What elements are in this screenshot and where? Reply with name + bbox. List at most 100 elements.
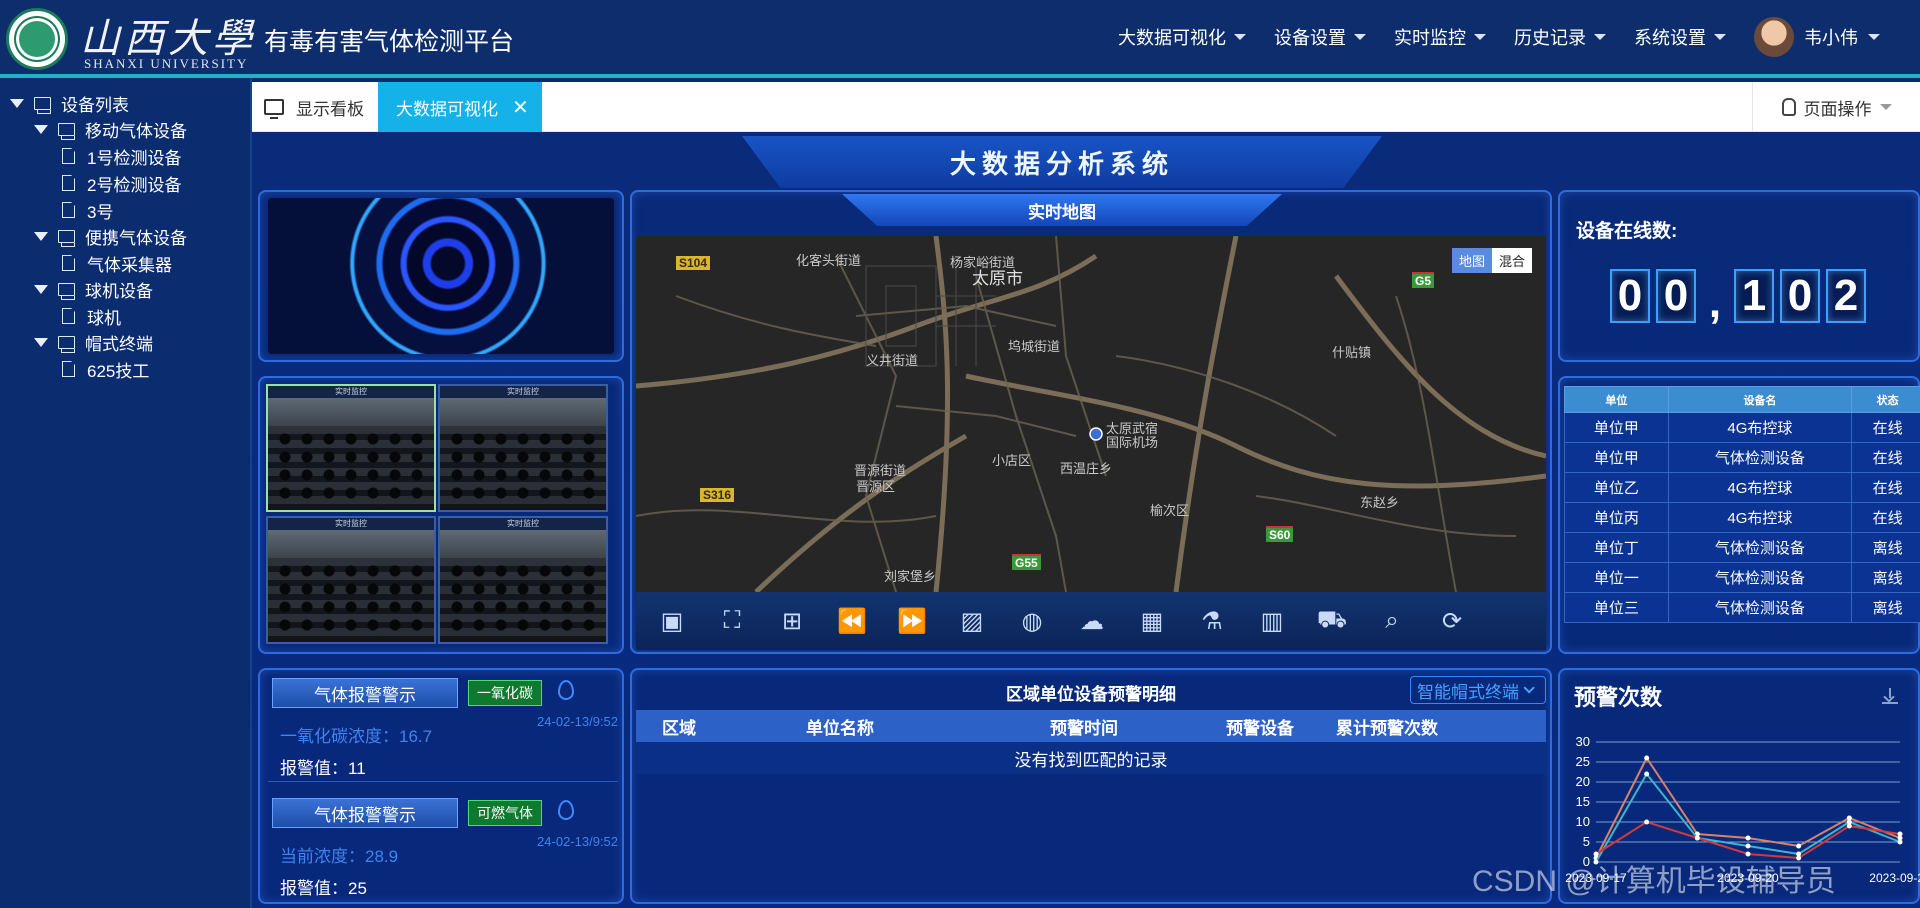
chart-series-line bbox=[1595, 756, 1901, 859]
nav-history[interactable]: 历史记录 bbox=[1514, 24, 1606, 50]
layer-icon[interactable]: ▨ bbox=[954, 603, 990, 639]
tree-item-device-2[interactable]: 2号检测设备 bbox=[62, 168, 181, 198]
select-icon[interactable]: ▣ bbox=[654, 603, 690, 639]
nav-device-settings[interactable]: 设备设置 bbox=[1274, 24, 1366, 50]
tree-group-dome[interactable]: 球机设备 bbox=[34, 274, 153, 304]
table-row[interactable]: 单位甲 气体检测设备 在线 bbox=[1564, 442, 1920, 473]
tree-item-625[interactable]: 625技工 bbox=[62, 354, 149, 384]
map-place-label: 什贴镇 bbox=[1332, 345, 1372, 360]
gas-alarm-button[interactable]: 气体报警警示 bbox=[272, 798, 458, 828]
cell-device: 4G布控球 bbox=[1667, 502, 1853, 533]
alarm-threshold: 报警值：11 bbox=[280, 759, 366, 778]
user-menu[interactable]: 韦小伟 bbox=[1754, 17, 1880, 57]
camera-feed[interactable]: 实时监控 bbox=[438, 516, 608, 644]
tab-big-data[interactable]: 大数据可视化 ✕ bbox=[378, 82, 542, 132]
map-type-map[interactable]: 地图 bbox=[1451, 248, 1492, 273]
select-value: 智能帽式终端 bbox=[1417, 682, 1519, 702]
chart-point bbox=[1846, 823, 1852, 829]
table-row[interactable]: 单位三 气体检测设备 离线 bbox=[1564, 592, 1920, 623]
chevron-down-icon bbox=[1523, 682, 1535, 694]
chart-y-tick-label: 25 bbox=[1576, 754, 1590, 769]
gas-alarm-button[interactable]: 气体报警警示 bbox=[272, 678, 458, 708]
city-map[interactable]: 化客头街道 杨家峪街道 太原市 义井街道 坞城街道 什贴镇 太原武宿国际机场 小… bbox=[636, 236, 1546, 592]
tree-group-helmet[interactable]: 帽式终端 bbox=[34, 327, 153, 357]
table-row[interactable]: 单位乙 4G布控球 在线 bbox=[1564, 472, 1920, 503]
nav-system-settings[interactable]: 系统设置 bbox=[1634, 24, 1726, 50]
alarm-time: 24-02-13/9:52 bbox=[537, 834, 618, 849]
tab-dashboard-board[interactable]: 显示看板 bbox=[252, 82, 378, 132]
flask-icon[interactable]: ⚗ bbox=[1194, 603, 1230, 639]
cloud-icon[interactable]: ☁ bbox=[1074, 603, 1110, 639]
map-place-label: 坞城街道 bbox=[1008, 339, 1061, 354]
rewind-icon[interactable]: ⏪ bbox=[834, 603, 870, 639]
search-window-icon[interactable]: ⌕ bbox=[1374, 603, 1410, 639]
gas-type-badge: 可燃气体 bbox=[468, 800, 542, 826]
cell-device: 气体检测设备 bbox=[1667, 532, 1853, 563]
col-warning-count: 累计预警次数 bbox=[1336, 718, 1438, 738]
expand-triangle-icon[interactable] bbox=[10, 98, 24, 108]
tree-label: 设备列表 bbox=[61, 95, 129, 115]
warning-detail-panel: 区域单位设备预警明细 智能帽式终端 区域 单位名称 预警时间 预警设备 累计预警… bbox=[630, 668, 1552, 904]
app-title: 有毒有害气体检测平台 bbox=[264, 28, 515, 56]
top-header: 山西大學 SHANXI UNIVERSITY 有毒有害气体检测平台 大数据可视化… bbox=[0, 0, 1920, 78]
refresh-icon[interactable]: ⟳ bbox=[1434, 603, 1470, 639]
location-pin-icon[interactable] bbox=[558, 680, 574, 700]
tower-icon[interactable]: ▥ bbox=[1254, 603, 1290, 639]
cell-device: 气体检测设备 bbox=[1667, 562, 1853, 593]
truck-icon[interactable]: ⛟ bbox=[1314, 603, 1350, 639]
map-title-banner: 实时地图 bbox=[842, 194, 1282, 226]
expand-triangle-icon[interactable] bbox=[34, 231, 48, 241]
table-row[interactable]: 单位丁 气体检测设备 离线 bbox=[1564, 532, 1920, 563]
page-operations-button[interactable]: 页面操作 bbox=[1752, 82, 1920, 132]
table-row[interactable]: 单位丙 4G布控球 在线 bbox=[1564, 502, 1920, 533]
nav-big-data[interactable]: 大数据可视化 bbox=[1118, 24, 1246, 50]
camera-feed[interactable]: 实时监控 bbox=[266, 384, 436, 512]
device-tree: 设备列表 移动气体设备 1号检测设备 2号检测设备 3号 便携气体设备 气体采集… bbox=[0, 78, 252, 908]
caret-down-icon bbox=[1714, 34, 1726, 40]
device-type-select[interactable]: 智能帽式终端 bbox=[1410, 676, 1546, 704]
table-row[interactable]: 单位一 气体检测设备 离线 bbox=[1564, 562, 1920, 593]
nav-label: 设备设置 bbox=[1274, 28, 1346, 48]
alarm-concentration: 当前浓度：28.9 bbox=[280, 847, 399, 866]
tree-item-device-1[interactable]: 1号检测设备 bbox=[62, 141, 181, 171]
device-status-panel: 单位 设备名 状态 单位甲 4G布控球 在线 单位甲 气体检测设备 在线 单位乙 4G布控球在… bbox=[1558, 376, 1920, 654]
university-logo bbox=[6, 8, 68, 70]
camera-feed[interactable]: 实时监控 bbox=[266, 516, 436, 644]
alarm-card: 气体报警警示 可燃气体 当前浓度：28.9 24-02-13/9:52 报警值：… bbox=[268, 790, 618, 902]
col-warning-device: 预警设备 bbox=[1226, 718, 1294, 738]
map-type-hybrid[interactable]: 混合 bbox=[1491, 248, 1532, 273]
collapse-icon[interactable]: ⊞ bbox=[774, 603, 810, 639]
nav-realtime-monitor[interactable]: 实时监控 bbox=[1394, 24, 1486, 50]
map-type-toggle: 地图 混合 bbox=[1451, 248, 1532, 273]
folder-icon bbox=[58, 122, 75, 140]
cell-unit: 单位甲 bbox=[1564, 412, 1669, 443]
cell-status: 在线 bbox=[1851, 472, 1920, 503]
map-place-label: 榆次区 bbox=[1150, 503, 1190, 518]
camera-feed[interactable]: 实时监控 bbox=[438, 384, 608, 512]
table-row[interactable]: 单位甲 4G布控球 在线 bbox=[1564, 412, 1920, 443]
digit: 2 bbox=[1826, 269, 1866, 323]
expand-triangle-icon[interactable] bbox=[34, 284, 48, 294]
online-count-label: 设备在线数: bbox=[1576, 221, 1678, 242]
classroom-people bbox=[274, 430, 428, 500]
map-place-label: 小店区 bbox=[992, 453, 1032, 468]
folder-icon bbox=[58, 282, 75, 300]
expand-icon[interactable]: ⛶ bbox=[714, 603, 750, 639]
tree-group-mobile[interactable]: 移动气体设备 bbox=[34, 114, 187, 144]
digit: 1 bbox=[1734, 269, 1774, 323]
cell-device: 气体检测设备 bbox=[1667, 442, 1853, 473]
video-preview[interactable] bbox=[268, 198, 614, 354]
building-icon[interactable]: ▦ bbox=[1134, 603, 1170, 639]
cell-status: 离线 bbox=[1851, 532, 1920, 563]
top-nav: 大数据可视化 设备设置 实时监控 历史记录 系统设置 韦小伟 bbox=[1118, 0, 1920, 74]
forward-icon[interactable]: ⏩ bbox=[894, 603, 930, 639]
expand-triangle-icon[interactable] bbox=[34, 124, 48, 134]
expand-triangle-icon[interactable] bbox=[34, 337, 48, 347]
alarm-threshold: 报警值：25 bbox=[280, 879, 367, 898]
close-icon[interactable]: ✕ bbox=[512, 95, 529, 120]
folder-icon bbox=[34, 96, 51, 114]
camera-caption: 实时监控 bbox=[268, 386, 434, 398]
tree-group-portable[interactable]: 便携气体设备 bbox=[34, 221, 187, 251]
globe-icon[interactable]: ◍ bbox=[1014, 603, 1050, 639]
location-pin-icon[interactable] bbox=[558, 800, 574, 820]
